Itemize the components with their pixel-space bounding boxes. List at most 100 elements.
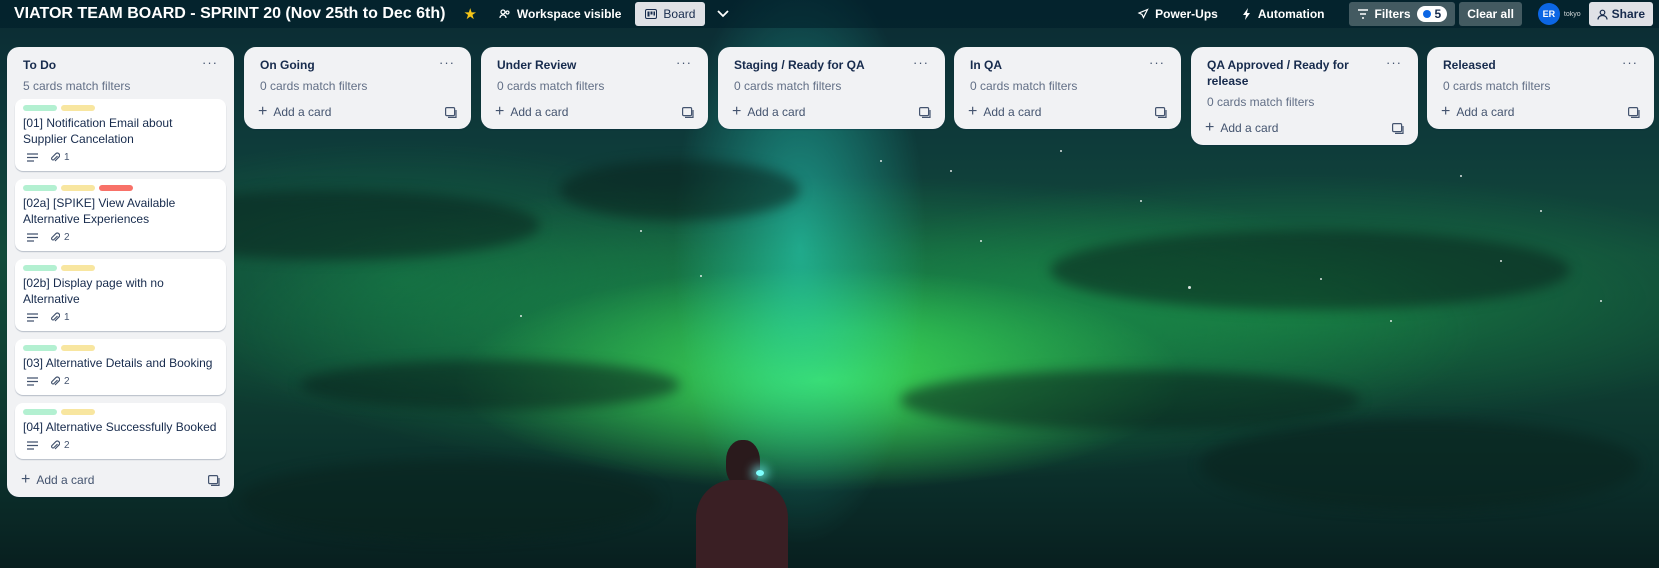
add-card-label: Add a card bbox=[983, 105, 1042, 119]
template-icon[interactable] bbox=[208, 474, 220, 486]
card-label[interactable] bbox=[99, 185, 133, 191]
match-count: 0 cards match filters bbox=[1207, 95, 1315, 109]
add-card-button[interactable]: + Add a card bbox=[1441, 104, 1514, 120]
card-label[interactable] bbox=[23, 105, 57, 111]
plus-icon: + bbox=[258, 103, 268, 120]
people-icon bbox=[499, 9, 510, 19]
list-header: Released ··· bbox=[1435, 47, 1646, 73]
add-card-row: + Add a card bbox=[15, 467, 226, 491]
card-label[interactable] bbox=[23, 265, 57, 271]
card-title: [01] Notification Email about Supplier C… bbox=[23, 116, 173, 146]
more-icon[interactable]: ··· bbox=[202, 56, 218, 73]
template-icon[interactable] bbox=[1392, 122, 1404, 134]
plus-icon: + bbox=[21, 471, 31, 488]
filter-dot-icon bbox=[1422, 10, 1431, 18]
card-label[interactable] bbox=[23, 409, 57, 415]
board-icon bbox=[645, 9, 658, 19]
more-icon[interactable]: ··· bbox=[676, 56, 692, 73]
card-label[interactable] bbox=[61, 105, 95, 111]
card-label[interactable] bbox=[61, 185, 95, 191]
avatar[interactable]: ER bbox=[1537, 3, 1560, 25]
list-1[interactable]: On Going ··· 0 cards match filters + Add a c… bbox=[244, 47, 471, 129]
add-card-button[interactable]: + Add a card bbox=[732, 103, 805, 120]
card-title: [03] Alternative Details and Booking bbox=[23, 356, 213, 370]
attachment-badge: 2 bbox=[50, 440, 70, 451]
add-card-row: + Add a card bbox=[252, 99, 463, 123]
more-icon[interactable]: ··· bbox=[913, 56, 929, 73]
add-card-row: + Add a card bbox=[726, 99, 937, 123]
card[interactable]: [02b] Display page with no Alternative 1 bbox=[15, 259, 226, 331]
list-4[interactable]: In QA ··· 0 cards match filters + Add a card bbox=[954, 47, 1181, 129]
card[interactable]: [04] Alternative Successfully Booked 2 bbox=[15, 403, 226, 459]
template-icon[interactable] bbox=[1155, 106, 1167, 118]
list-title[interactable]: QA Approved / Ready for release bbox=[1207, 57, 1386, 89]
list-title[interactable]: To Do bbox=[23, 57, 56, 73]
card-title: [02b] Display page with no Alternative bbox=[23, 276, 164, 306]
list-2[interactable]: Under Review ··· 0 cards match filters + Add… bbox=[481, 47, 708, 129]
more-icon[interactable]: ··· bbox=[439, 56, 455, 73]
more-icon[interactable]: ··· bbox=[1622, 56, 1638, 73]
automation-button[interactable]: Automation bbox=[1242, 7, 1325, 21]
visibility-label: Workspace visible bbox=[516, 7, 622, 21]
list-title[interactable]: Under Review bbox=[497, 57, 576, 73]
card-badges: 2 bbox=[23, 227, 218, 245]
card-badges: 2 bbox=[23, 435, 218, 453]
add-card-button[interactable]: + Add a card bbox=[495, 104, 568, 120]
template-icon[interactable] bbox=[919, 106, 931, 118]
template-icon[interactable] bbox=[682, 106, 694, 118]
card-label[interactable] bbox=[23, 345, 57, 351]
add-card-row: + Add a card bbox=[1435, 99, 1646, 123]
card-label[interactable] bbox=[61, 409, 95, 415]
list-title[interactable]: Staging / Ready for QA bbox=[734, 57, 865, 73]
filters-button[interactable]: Filters 5 bbox=[1348, 2, 1456, 26]
plus-icon: + bbox=[1205, 119, 1215, 136]
attachment-count: 1 bbox=[64, 152, 70, 163]
more-icon[interactable]: ··· bbox=[1149, 56, 1165, 73]
attachment-icon bbox=[50, 376, 60, 387]
list-0[interactable]: To Do ··· 5 cards match filters [01] Notifi… bbox=[7, 47, 234, 497]
add-card-button[interactable]: + Add a card bbox=[968, 104, 1042, 120]
template-icon[interactable] bbox=[1628, 106, 1640, 118]
clear-all-button[interactable]: Clear all bbox=[1459, 2, 1522, 26]
chevron-down-icon[interactable] bbox=[717, 10, 730, 18]
card[interactable]: [02a] [SPIKE] View Available Alternative… bbox=[15, 179, 226, 251]
powerups-button[interactable]: Power-Ups bbox=[1137, 7, 1218, 21]
visibility-button[interactable]: Workspace visible bbox=[499, 7, 622, 21]
add-card-button[interactable]: + Add a card bbox=[1205, 119, 1278, 136]
add-card-button[interactable]: + Add a card bbox=[21, 471, 94, 488]
list-6[interactable]: Released ··· 0 cards match filters + Add a c… bbox=[1427, 47, 1654, 129]
description-icon bbox=[27, 153, 38, 162]
board-title[interactable]: VIATOR TEAM BOARD - SPRINT 20 (Nov 25th … bbox=[14, 5, 445, 23]
card-labels bbox=[23, 345, 218, 351]
list-5[interactable]: QA Approved / Ready for release ··· 0 card… bbox=[1191, 47, 1418, 145]
list-title[interactable]: In QA bbox=[970, 57, 1002, 73]
card[interactable]: [03] Alternative Details and Booking 2 bbox=[15, 339, 226, 395]
more-icon[interactable]: ··· bbox=[1386, 56, 1402, 89]
card-title: [02a] [SPIKE] View Available Alternative… bbox=[23, 196, 176, 226]
add-card-button[interactable]: + Add a card bbox=[258, 103, 332, 120]
add-card-row: + Add a card bbox=[962, 99, 1173, 123]
board-view-button[interactable]: Board bbox=[635, 2, 706, 26]
star-icon[interactable]: ★ bbox=[463, 5, 476, 23]
card-label[interactable] bbox=[23, 185, 57, 191]
card-label[interactable] bbox=[61, 345, 95, 351]
card-title: [04] Alternative Successfully Booked bbox=[23, 420, 217, 434]
plus-icon: + bbox=[732, 103, 742, 120]
lightning-icon bbox=[1242, 8, 1250, 20]
list-title[interactable]: On Going bbox=[260, 57, 315, 73]
person-silhouette bbox=[686, 440, 796, 568]
share-label: Share bbox=[1611, 7, 1645, 21]
add-card-label: Add a card bbox=[273, 105, 332, 119]
card-label[interactable] bbox=[61, 265, 95, 271]
share-button[interactable]: Share bbox=[1588, 2, 1653, 26]
list-header: QA Approved / Ready for release ··· bbox=[1199, 47, 1410, 89]
list-title[interactable]: Released bbox=[1443, 57, 1496, 73]
attachment-icon bbox=[50, 152, 60, 163]
attachment-icon bbox=[50, 232, 60, 243]
attachment-badge: 1 bbox=[50, 312, 70, 323]
list-3[interactable]: Staging / Ready for QA ··· 0 cards match f… bbox=[718, 47, 945, 129]
card[interactable]: [01] Notification Email about Supplier C… bbox=[15, 99, 226, 171]
match-count: 5 cards match filters bbox=[23, 79, 131, 93]
template-icon[interactable] bbox=[445, 106, 457, 118]
person-icon bbox=[1597, 9, 1608, 20]
